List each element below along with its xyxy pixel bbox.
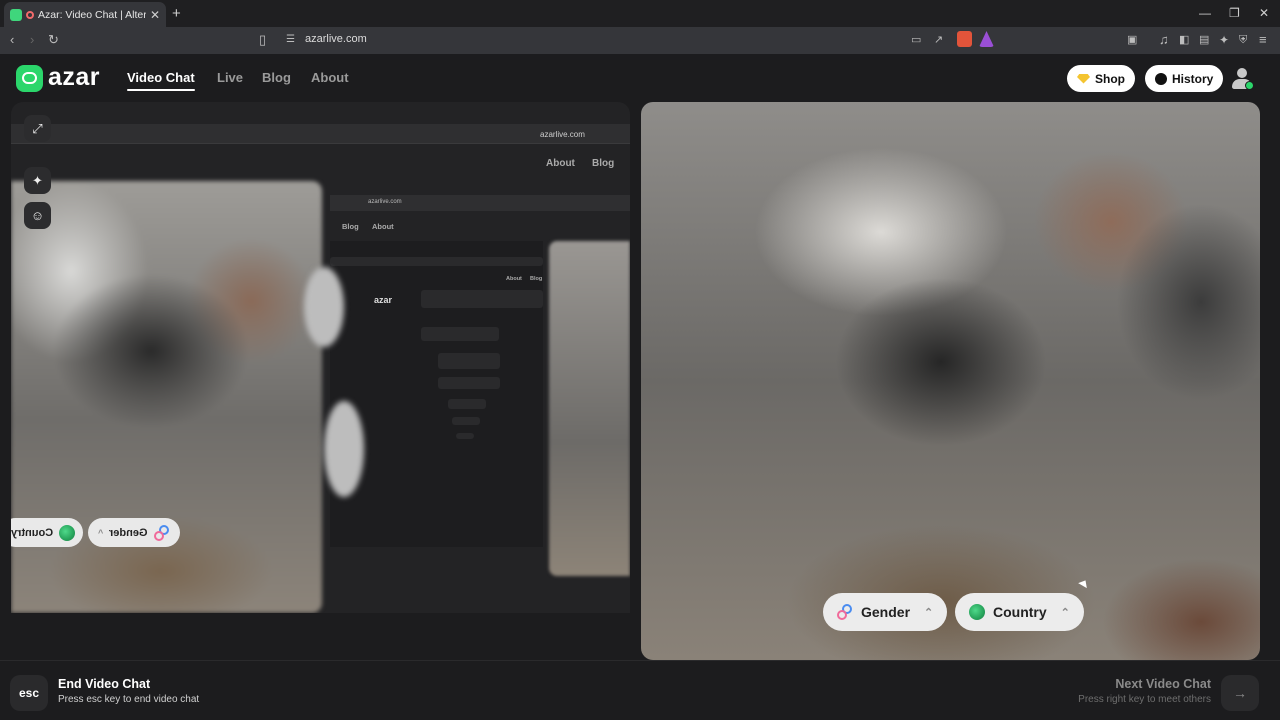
self-camera-blur bbox=[11, 181, 322, 613]
menu-icon[interactable]: ≡ bbox=[1259, 32, 1267, 48]
end-chat-hint: Press esc key to end video chat bbox=[58, 694, 200, 705]
nested-camera-blur bbox=[549, 241, 630, 576]
tab-close-icon[interactable]: ✕ bbox=[150, 8, 160, 22]
chevron-up-icon: ⌃ bbox=[1060, 606, 1070, 619]
tab-title: Azar: Video Chat | Alternative bbox=[38, 8, 146, 21]
restore-button[interactable]: ❐ bbox=[1229, 6, 1240, 20]
azar-logo-icon[interactable] bbox=[16, 65, 43, 92]
nav-video-chat[interactable]: Video Chat bbox=[127, 70, 195, 85]
wallet-icon[interactable]: ▤ bbox=[1199, 32, 1209, 48]
azar-page: azar Video Chat Live Blog About Shop His… bbox=[0, 54, 1280, 720]
self-video-view: azarlive.com Blog About azarlive.com Blo… bbox=[11, 102, 630, 613]
profile-avatar-icon[interactable] bbox=[1230, 66, 1254, 90]
gender-filter-label: Gender bbox=[861, 604, 911, 620]
media-icon[interactable]: ♫ bbox=[1159, 32, 1169, 48]
nested-inner-page: About Blog azar bbox=[304, 241, 543, 547]
mirrored-nav-about: About bbox=[546, 158, 575, 169]
screenshot-icon[interactable]: ▣ bbox=[1127, 32, 1137, 48]
brave-shields-icon[interactable] bbox=[957, 31, 972, 47]
history-label: History bbox=[1172, 71, 1214, 86]
minimize-button[interactable]: — bbox=[1199, 6, 1211, 20]
bottom-controls: esc End Video Chat Press esc key to end … bbox=[0, 660, 1280, 720]
sidebar-icon[interactable]: ◧ bbox=[1179, 32, 1189, 48]
shop-button[interactable]: Shop bbox=[1067, 65, 1135, 92]
gender-filter-button[interactable]: Gender ⌃ bbox=[823, 593, 948, 631]
logo-text[interactable]: azar bbox=[48, 63, 100, 92]
back-icon[interactable]: ‹ bbox=[10, 32, 14, 48]
forward-icon[interactable]: › bbox=[30, 32, 34, 48]
nav-live[interactable]: Live bbox=[217, 70, 243, 85]
mirrored-country-chip: Country bbox=[11, 518, 84, 547]
nav-active-underline bbox=[127, 89, 195, 91]
partner-video-view: Gender ⌃ Country ⌃ bbox=[641, 102, 1260, 660]
recording-icon bbox=[26, 10, 34, 19]
next-chat-arrow-button[interactable]: → bbox=[1221, 675, 1259, 711]
mirrored-url: azarlive.com bbox=[540, 130, 585, 139]
country-filter-button[interactable]: Country ⌃ bbox=[955, 593, 1084, 631]
next-chat-hint: Press right key to meet others bbox=[1078, 694, 1211, 705]
browser-tab-bar: Azar: Video Chat | Alternative ✕ + — ❐ ✕ bbox=[0, 0, 1280, 27]
gem-icon bbox=[1077, 73, 1090, 84]
nav-blog[interactable]: Blog bbox=[262, 70, 291, 85]
cast-icon[interactable]: ▭ bbox=[911, 32, 921, 48]
nested-screen-reflection: azarlive.com Blog About About Blog azar bbox=[304, 181, 630, 613]
nested-url: azarlive.com bbox=[368, 199, 402, 205]
mirrored-gender-chip: ^ Gender bbox=[88, 518, 180, 547]
share-icon[interactable]: ↗ bbox=[934, 32, 943, 48]
nested-logo: azar bbox=[374, 295, 393, 305]
gender-icon bbox=[837, 604, 853, 620]
bookmark-icon[interactable]: ▯ bbox=[259, 32, 266, 48]
next-chat-title[interactable]: Next Video Chat bbox=[1115, 677, 1211, 691]
chevron-up-icon: ⌃ bbox=[924, 606, 934, 619]
mirrored-nav-blog: Blog bbox=[592, 158, 615, 169]
reload-icon[interactable]: ↻ bbox=[48, 32, 59, 48]
address-bar[interactable]: azarlive.com bbox=[305, 33, 367, 45]
leo-ai-icon[interactable]: ✦ bbox=[1219, 32, 1229, 48]
end-chat-title[interactable]: End Video Chat bbox=[58, 677, 150, 691]
clock-icon bbox=[1155, 72, 1167, 85]
browser-toolbar: ‹ › ↻ ▯ ☰ ▭ ↗ ▣ ♫ ◧ ▤ ✦ ⛨ ≡ bbox=[0, 27, 1280, 54]
new-tab-button[interactable]: + bbox=[172, 5, 181, 22]
azar-favicon-icon bbox=[10, 8, 22, 21]
end-chat-esc-button[interactable]: esc bbox=[10, 675, 48, 711]
mirrored-browser-bar bbox=[11, 124, 630, 144]
country-filter-label: Country bbox=[993, 604, 1047, 620]
nested-nav-blog: Blog bbox=[342, 222, 359, 231]
close-window-button[interactable]: ✕ bbox=[1259, 6, 1269, 20]
nav-about[interactable]: About bbox=[311, 70, 349, 85]
nested-nav-about: About bbox=[372, 222, 394, 231]
effects-sparkle-icon[interactable]: ✦ bbox=[24, 167, 51, 194]
history-button[interactable]: History bbox=[1145, 65, 1224, 92]
sticker-smiley-icon[interactable]: ☺ bbox=[24, 202, 51, 229]
browser-tab[interactable]: Azar: Video Chat | Alternative ✕ bbox=[4, 2, 166, 27]
site-info-icon[interactable]: ☰ bbox=[286, 32, 295, 48]
expand-icon[interactable]: ⤢ bbox=[24, 115, 51, 142]
globe-icon bbox=[969, 604, 985, 620]
shop-label: Shop bbox=[1095, 71, 1125, 86]
vpn-shield-icon[interactable]: ⛨ bbox=[1239, 32, 1247, 48]
